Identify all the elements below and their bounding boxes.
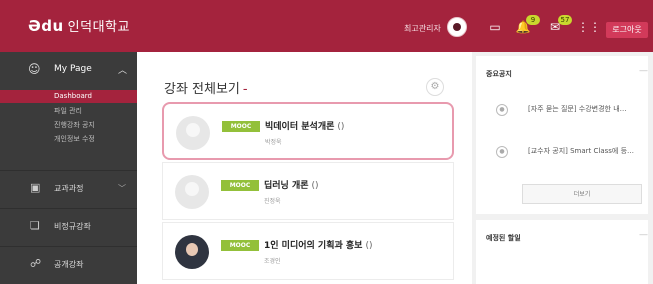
minimize-icon[interactable]: — xyxy=(639,230,648,240)
instructor-avatar xyxy=(176,116,210,150)
sidebar-item-mypage[interactable]: ☺ My Page ︿ xyxy=(0,52,137,86)
avatar[interactable] xyxy=(447,17,467,37)
sidebar-item-dashboard[interactable]: Dashboard xyxy=(0,90,137,103)
instructor-photo xyxy=(175,235,209,269)
apps-grid-icon[interactable]: ⋮⋮ xyxy=(577,19,601,35)
more-button[interactable]: 더보기 xyxy=(522,184,642,204)
course-title[interactable]: 1인 미디어의 기획과 홍보() xyxy=(264,238,373,251)
logo[interactable]: Ədu 인덕대학교 xyxy=(28,16,130,35)
mooc-tag: MOOC xyxy=(222,121,260,132)
notice-item[interactable]: ● [교수자 공지] Smart Class에 등… xyxy=(486,138,644,164)
school-name: 인덕대학교 xyxy=(67,20,130,35)
mooc-tag: MOOC xyxy=(221,180,259,191)
page-title: 강좌 전체보기 - xyxy=(164,82,248,97)
schedule-panel: 예정된 할일 — xyxy=(476,220,648,284)
lock-icon: ● xyxy=(496,104,508,116)
sidebar-item-files[interactable]: 파일 관리 xyxy=(0,104,137,117)
book-icon: ▣ xyxy=(30,181,41,194)
panel-title: 중요공지 xyxy=(486,70,512,78)
minimize-icon[interactable]: — xyxy=(639,66,648,76)
course-title[interactable]: 딥러닝 개론() xyxy=(264,178,319,191)
people-icon: ☍ xyxy=(30,257,42,270)
instructor-name: 조경인 xyxy=(264,258,281,265)
sidebar-item-nonregular[interactable]: ❏ 비정규강좌 xyxy=(0,208,137,244)
course-card[interactable]: MOOC 딥러닝 개론() 진정욱 xyxy=(162,162,454,220)
chevron-up-icon: ︿ xyxy=(118,66,128,76)
gear-icon[interactable]: ⚙ xyxy=(426,78,444,96)
top-bar: Ədu 인덕대학교 최고관리자 ▭ 🔔 9 ✉ 57 ⋮⋮ 로그아웃 xyxy=(0,0,653,52)
course-title[interactable]: 빅데이터 분석개론() xyxy=(265,119,344,132)
notice-panel: 중요공지 — ● [자주 묻는 질문] 수강변경한 내… ● [교수자 공지] … xyxy=(476,56,648,214)
notification-badge: 9 xyxy=(526,15,540,25)
sidebar-item-course-notice[interactable]: 진행강좌 공지 xyxy=(0,118,137,131)
course-card[interactable]: MOOC 빅데이터 분석개론() 박정욱 xyxy=(162,102,454,160)
instructor-avatar xyxy=(175,175,209,209)
instructor-name: 진정욱 xyxy=(264,198,281,205)
panel-title: 예정된 할일 xyxy=(486,234,521,242)
chevron-down-icon: ﹀ xyxy=(118,184,126,193)
main-content: 강좌 전체보기 - ⚙ MOOC 빅데이터 분석개론() 박정욱 MOOC 딥러닝… xyxy=(137,52,472,284)
user-role-label: 최고관리자 xyxy=(404,24,441,33)
sidebar-item-profile[interactable]: 개인정보 수정 xyxy=(0,132,137,145)
logout-button[interactable]: 로그아웃 xyxy=(606,22,648,38)
user-icon: ☺ xyxy=(28,62,41,76)
notice-item[interactable]: ● [자주 묻는 질문] 수강변경한 내… xyxy=(486,96,644,122)
open-book-icon: ❏ xyxy=(30,219,40,232)
instructor-name: 박정욱 xyxy=(265,139,282,146)
right-panel: 중요공지 — ● [자주 묻는 질문] 수강변경한 내… ● [교수자 공지] … xyxy=(472,52,653,284)
sidebar-item-open-course[interactable]: ☍ 공개강좌 xyxy=(0,246,137,282)
message-badge: 57 xyxy=(558,15,572,25)
sidebar-item-curriculum[interactable]: ▣ 교과과정 ﹀ xyxy=(0,170,137,206)
sidebar: ☺ My Page ︿ Dashboard 파일 관리 진행강좌 공지 개인정보… xyxy=(0,52,137,284)
lock-icon: ● xyxy=(496,146,508,158)
mooc-tag: MOOC xyxy=(221,240,259,251)
course-card[interactable]: MOOC 1인 미디어의 기획과 홍보() 조경인 xyxy=(162,222,454,280)
monitor-icon[interactable]: ▭ xyxy=(487,19,503,35)
